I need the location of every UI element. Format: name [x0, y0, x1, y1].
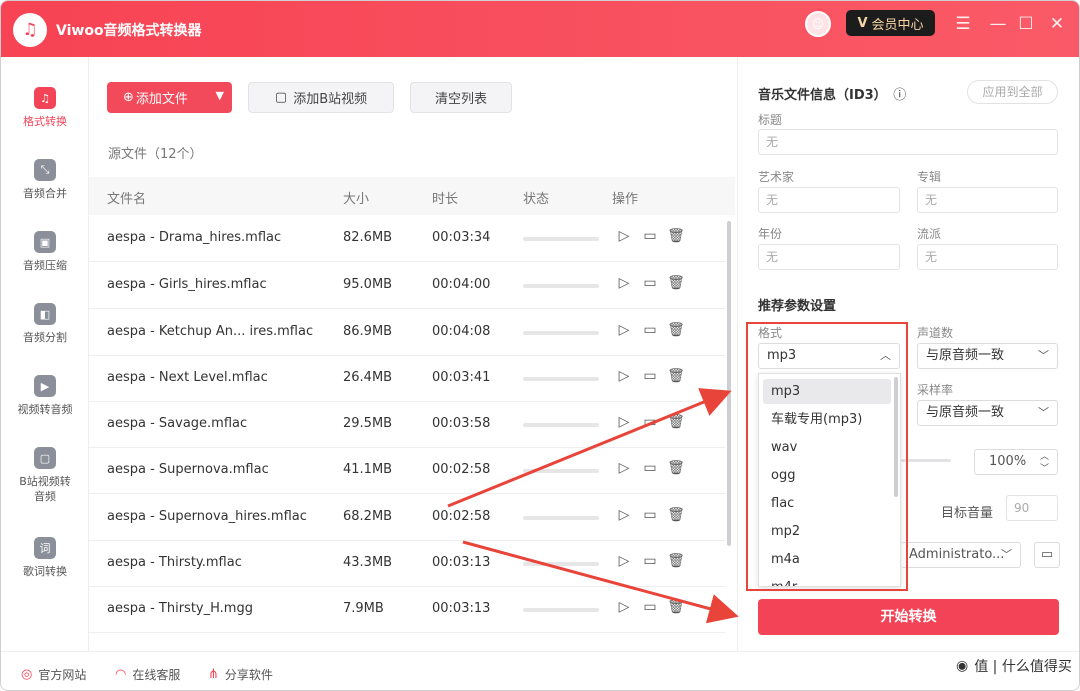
- annotation-arrow: [462, 540, 739, 624]
- share-software-link[interactable]: ⋔ 分享软件: [208, 666, 273, 683]
- online-support-link[interactable]: ◠ 在线客服: [115, 666, 180, 683]
- headset-icon: ◠: [115, 667, 127, 682]
- official-site-link[interactable]: ◎ 官方网站: [21, 666, 86, 683]
- annotation-arrow: [447, 388, 732, 508]
- app-window: ♫ Viwoo音频格式转换器 ☺ V 会员中心 ☰ — ☐ ✕ ♫ 格式转换 ⤡…: [0, 0, 1080, 691]
- watermark: ◉ 值 | 什么值得买: [956, 658, 1072, 675]
- footer: ◎ 官方网站 ◠ 在线客服 ⋔ 分享软件: [1, 651, 1079, 690]
- annotation-arrows: [447, 388, 739, 624]
- globe-icon: ◎: [21, 667, 33, 682]
- share-icon: ⋔: [208, 667, 219, 682]
- watermark-logo-icon: ◉: [956, 658, 969, 674]
